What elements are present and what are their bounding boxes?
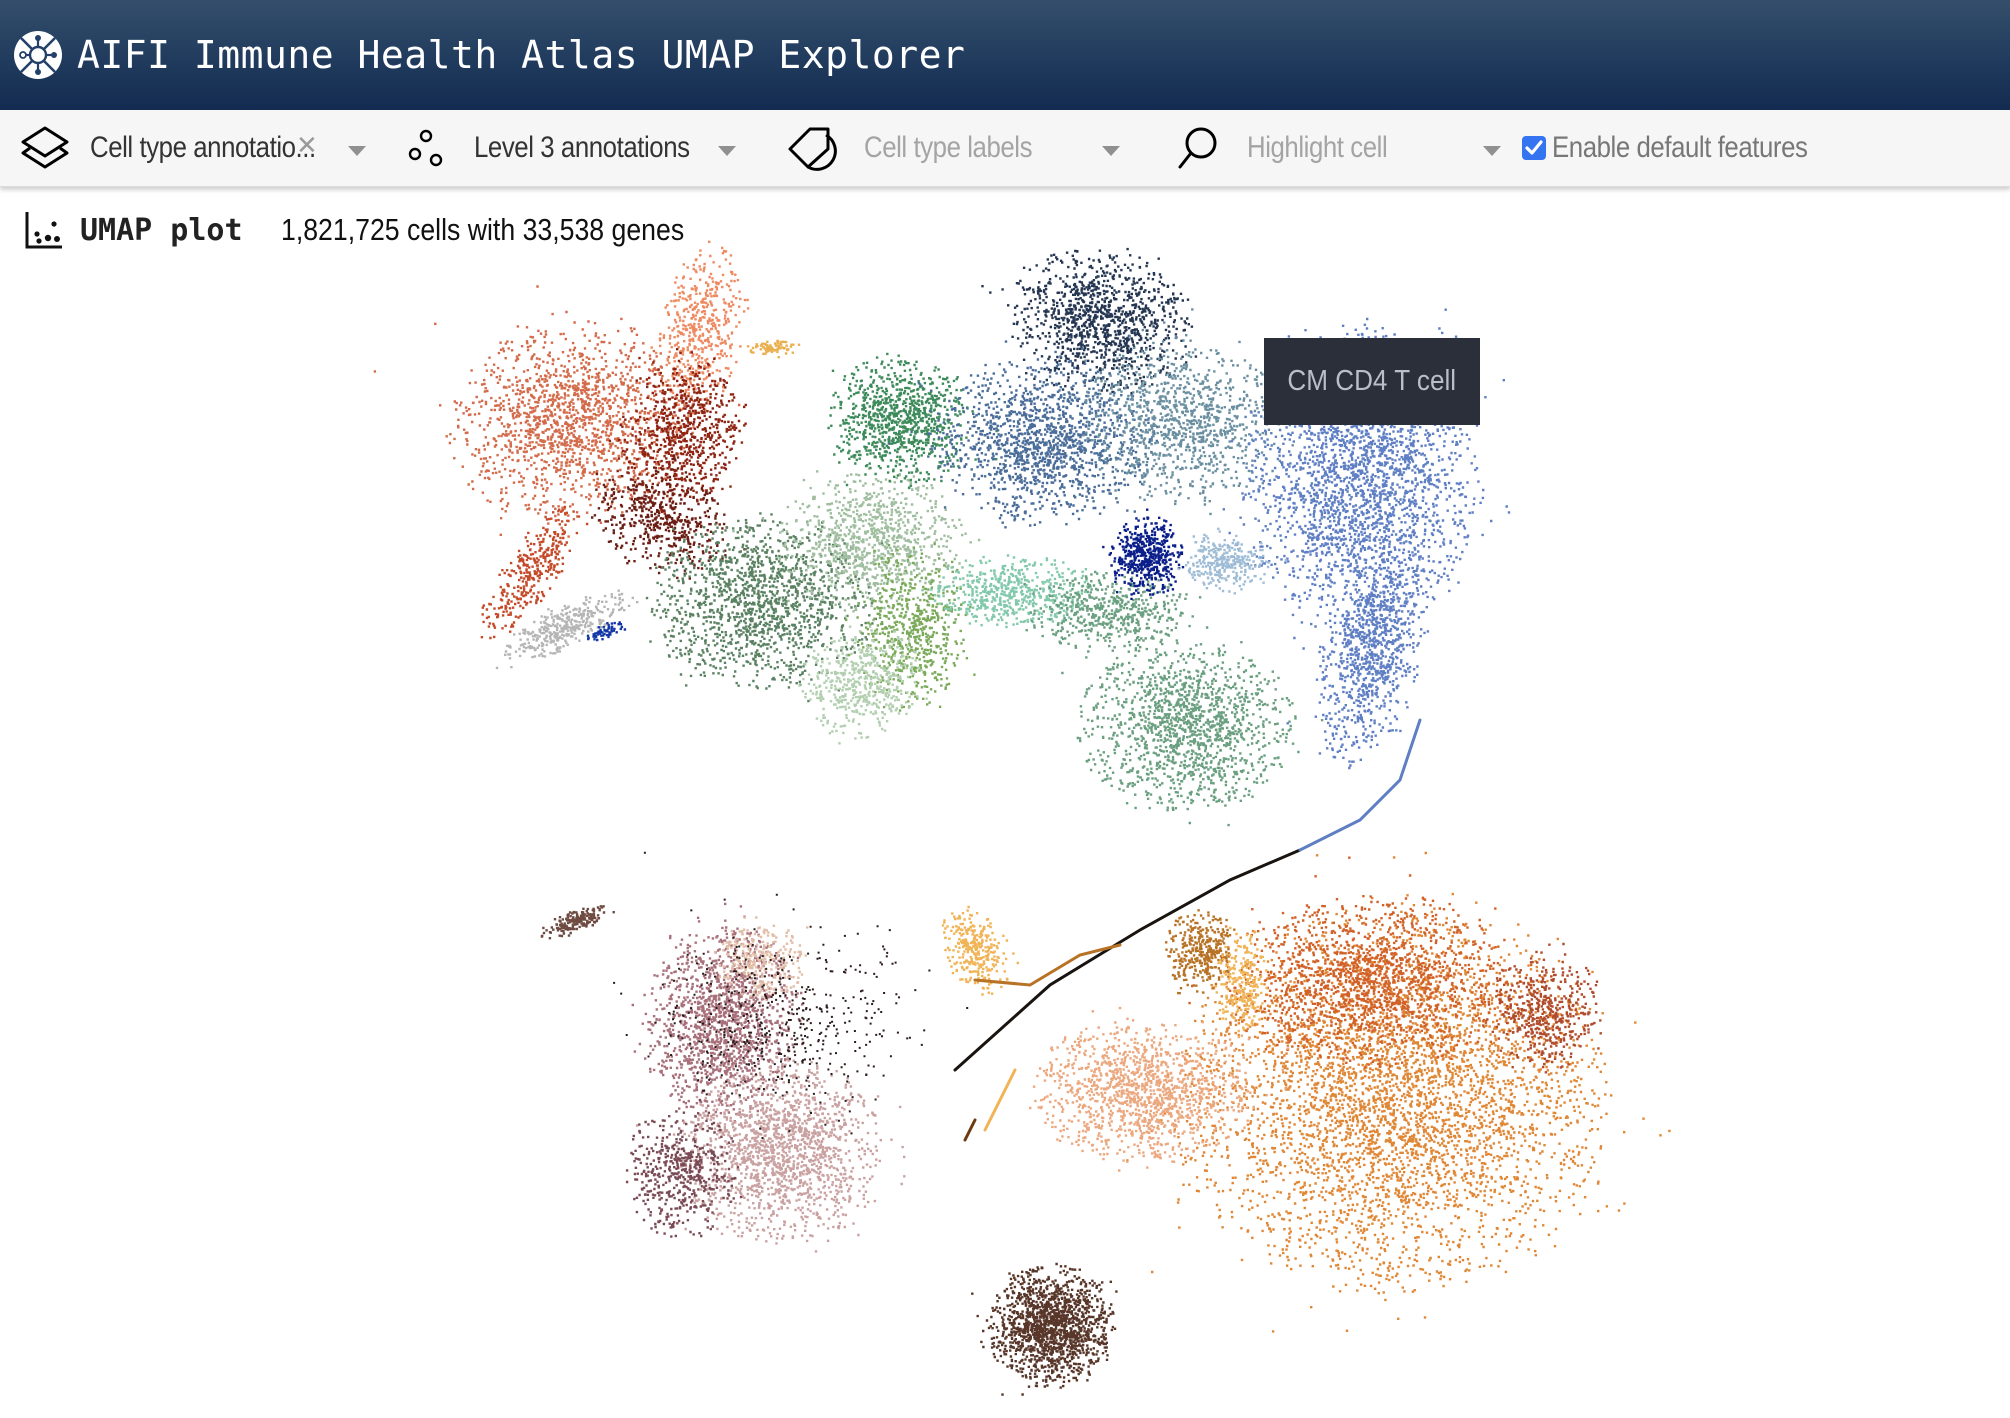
umap-cluster-platelets[interactable]	[971, 1262, 1118, 1396]
checkmark-icon	[1525, 140, 1543, 155]
annotation-level-select[interactable]: Level 3 annotations	[408, 110, 738, 186]
annotation-level-value: Level 3 annotations	[474, 131, 690, 164]
color-by-value: Cell type annotatio...	[90, 131, 316, 164]
umap-point-cloud	[1286, 529, 1435, 770]
layers-icon	[21, 126, 69, 169]
umap-point-cloud	[1482, 942, 1602, 1074]
umap-cluster-prog[interactable]	[941, 851, 1671, 1333]
toolbar: Cell type annotatio... ✕ Level 3 annotat…	[0, 110, 2010, 187]
tag-icon	[788, 127, 837, 171]
scatter-plot-icon	[25, 212, 62, 249]
plot-summary: 1,821,725 cells with 33,538 genes	[280, 212, 684, 247]
highlight-cell-select[interactable]: Highlight cell	[1175, 110, 1501, 186]
umap-point-cloud	[1061, 618, 1324, 827]
umap-point-cloud	[635, 1028, 906, 1253]
umap-cluster-b[interactable]	[540, 851, 969, 1253]
scatter-dots-icon	[408, 129, 443, 167]
umap-point-cloud	[373, 285, 741, 538]
umap-cluster-myeloid[interactable]	[373, 240, 801, 670]
network-hub-icon	[14, 31, 62, 79]
hover-tooltip: CM CD4 T cell	[1264, 338, 1480, 425]
chevron-down-icon[interactable]	[348, 146, 366, 156]
search-icon	[1178, 127, 1217, 169]
umap-point-cloud	[1029, 1006, 1290, 1172]
umap-trajectory-strand	[963, 1118, 977, 1142]
umap-point-cloud	[645, 512, 884, 703]
umap-point-cloud	[1102, 508, 1185, 601]
chevron-down-icon[interactable]	[1483, 146, 1501, 156]
umap-speckle	[613, 851, 969, 1139]
umap-point-cloud	[631, 902, 804, 1132]
default-features-checkbox[interactable]	[1522, 136, 1546, 160]
umap-trajectory-strand	[1298, 718, 1422, 852]
tooltip-text: CM CD4 T cell	[1287, 365, 1457, 397]
cell-type-labels-input[interactable]: Cell type labels	[864, 131, 1033, 165]
highlight-cell-input[interactable]: Highlight cell	[1247, 131, 1388, 165]
umap-cluster-nk[interactable]	[645, 461, 1111, 745]
app-header: AIFI Immune Health Atlas UMAP Explorer	[0, 0, 2010, 110]
color-by-select[interactable]: Cell type annotatio... ✕	[18, 110, 366, 186]
plot-title: UMAP plot	[80, 212, 243, 248]
umap-canvas[interactable]	[0, 188, 2010, 1418]
default-features-label: Enable default features	[1552, 131, 1808, 164]
app-title: AIFI Immune Health Atlas UMAP Explorer	[77, 33, 966, 77]
umap-point-cloud	[495, 589, 639, 670]
default-features-toggle[interactable]: Enable default features	[1522, 110, 1902, 186]
umap-point-cloud	[746, 339, 801, 359]
umap-point-cloud	[540, 905, 615, 940]
umap-point-cloud	[1177, 527, 1288, 595]
chevron-down-icon[interactable]	[1102, 146, 1120, 156]
umap-point-cloud	[971, 1262, 1118, 1396]
clear-icon[interactable]: ✕	[296, 130, 318, 161]
umap-trajectory-strand	[983, 1068, 1017, 1132]
cell-type-labels-select[interactable]: Cell type labels	[786, 110, 1126, 186]
plot-title-row: UMAP plot 1,821,725 cells with 33,538 ge…	[0, 205, 749, 255]
chevron-down-icon[interactable]	[718, 146, 736, 156]
umap-point-cloud	[1165, 909, 1236, 995]
